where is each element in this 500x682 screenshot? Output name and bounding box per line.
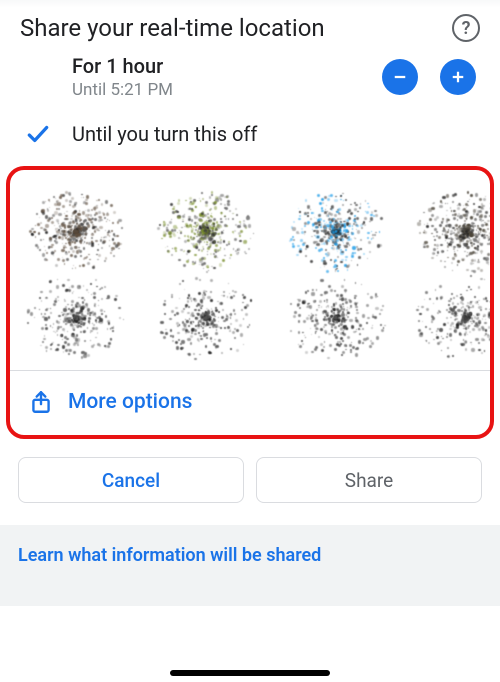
share-up-icon [28, 389, 54, 415]
action-button-row: Cancel Share [0, 439, 500, 511]
contact-name-redacted [151, 283, 261, 353]
contact-avatar [286, 184, 386, 279]
duration-secondary-label: Until 5:21 PM [72, 80, 366, 100]
decrease-duration-button[interactable] [382, 59, 418, 95]
contacts-strip[interactable] [10, 170, 490, 370]
duration-option-row[interactable]: For 1 hour Until 5:21 PM [0, 46, 500, 108]
cancel-button-label: Cancel [102, 469, 160, 492]
sheet-top-edge [0, 0, 500, 8]
contact-item[interactable] [276, 184, 396, 353]
contact-name-redacted [21, 283, 131, 353]
duration-primary-label: For 1 hour [72, 54, 366, 78]
increase-duration-button[interactable] [440, 59, 476, 95]
more-options-label: More options [68, 390, 192, 414]
share-location-sheet: Share your real-time location ? For 1 ho… [0, 0, 500, 682]
share-button-label: Share [345, 469, 393, 492]
minus-icon [391, 68, 409, 86]
check-icon [25, 121, 51, 147]
until-off-check [20, 121, 56, 147]
contact-item[interactable] [16, 184, 136, 353]
learn-more-link[interactable]: Learn what information will be shared [18, 545, 482, 566]
contacts-highlight-box: More options [6, 166, 494, 439]
contact-name-redacted [411, 283, 490, 353]
contact-avatar [26, 184, 126, 279]
contact-name-redacted [281, 283, 391, 353]
contact-avatar [416, 184, 490, 279]
until-off-label: Until you turn this off [72, 116, 480, 152]
help-button[interactable]: ? [452, 14, 480, 42]
duration-stepper [382, 59, 480, 95]
sheet-title: Share your real-time location [20, 14, 325, 42]
duration-option-body: For 1 hour Until 5:21 PM [72, 54, 366, 100]
plus-icon [449, 68, 467, 86]
cancel-button[interactable]: Cancel [18, 457, 244, 503]
contact-item[interactable] [406, 184, 490, 353]
contact-avatar [156, 184, 256, 279]
until-off-option-row[interactable]: Until you turn this off [0, 108, 500, 160]
home-indicator[interactable] [170, 670, 330, 676]
more-options-row[interactable]: More options [10, 371, 490, 435]
contact-item[interactable] [146, 184, 266, 353]
help-circle-icon: ? [462, 18, 471, 39]
footer-info-band: Learn what information will be shared [0, 525, 500, 606]
share-button[interactable]: Share [256, 457, 482, 503]
